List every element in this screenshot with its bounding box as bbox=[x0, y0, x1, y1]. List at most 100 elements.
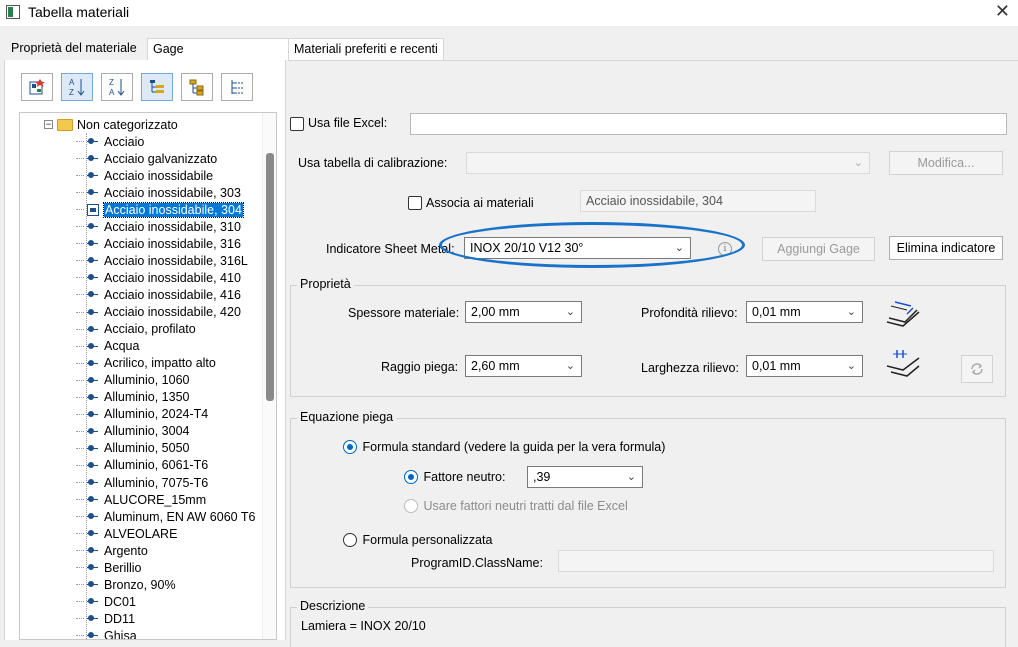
custom-formula-radio[interactable] bbox=[343, 533, 357, 547]
tree-item[interactable]: Acciaio inossidabile, 416 bbox=[76, 286, 241, 303]
excel-factors-option[interactable]: Usare fattori neutri tratti dal file Exc… bbox=[404, 499, 628, 513]
standard-formula-option[interactable]: Formula standard (vedere la guida per la… bbox=[343, 440, 665, 454]
neutral-factor-radio[interactable] bbox=[404, 470, 418, 484]
tree-item[interactable]: ALUCORE_15mm bbox=[76, 491, 206, 508]
tree-item-label: Acciaio galvanizzato bbox=[104, 151, 218, 166]
tree-item[interactable]: Acciaio inossidabile bbox=[76, 167, 213, 184]
tree-item[interactable]: Alluminio, 2024-T4 bbox=[76, 406, 208, 423]
associated-material-field[interactable]: Acciaio inossidabile, 304 bbox=[580, 190, 816, 212]
tree-connector bbox=[76, 618, 84, 620]
material-icon bbox=[87, 342, 98, 350]
tree-connector bbox=[76, 328, 84, 330]
sort-az-button[interactable]: A Z bbox=[61, 73, 93, 101]
sheet-metal-label: Indicatore Sheet Metal: bbox=[326, 242, 455, 256]
tree-item[interactable]: Acciaio galvanizzato bbox=[76, 150, 217, 167]
standard-formula-label: Formula standard (vedere la guida per la… bbox=[362, 440, 666, 454]
tree-item[interactable]: Acrilico, impatto alto bbox=[76, 355, 216, 372]
tree-item[interactable]: Acciaio inossidabile, 304 bbox=[76, 201, 244, 218]
collapse-icon[interactable]: − bbox=[44, 120, 53, 129]
neutral-factor-option[interactable]: Fattore neutro: bbox=[404, 470, 505, 484]
tab-gage[interactable]: Gage bbox=[147, 38, 289, 60]
tree-scrollbar[interactable] bbox=[262, 113, 276, 639]
material-tree[interactable]: − Non categorizzato Acciaio Acciaio galva… bbox=[19, 112, 277, 640]
sheet-metal-combo[interactable]: INOX 20/10 V12 30° ⌄ bbox=[464, 237, 691, 259]
standard-formula-radio[interactable] bbox=[343, 440, 357, 454]
tree-connector bbox=[76, 601, 84, 603]
tree-connector bbox=[76, 362, 84, 364]
tree-item[interactable]: Acciaio inossidabile, 310 bbox=[76, 218, 241, 235]
material-icon bbox=[87, 325, 98, 333]
sort-za-button[interactable]: Z A bbox=[101, 73, 133, 101]
tree-item[interactable]: DC01 bbox=[76, 593, 136, 610]
tree-item[interactable]: Berillio bbox=[76, 559, 142, 576]
properties-title: Proprietà bbox=[297, 277, 354, 291]
tree-item[interactable]: Acciaio inossidabile, 303 bbox=[76, 184, 241, 201]
tree-connector bbox=[76, 294, 84, 296]
tree-connector bbox=[76, 413, 84, 415]
folder-open-icon bbox=[57, 118, 73, 131]
calibration-combo[interactable]: ⌄ bbox=[466, 152, 870, 174]
tree-item-label: Berillio bbox=[104, 560, 142, 575]
refresh-button[interactable] bbox=[961, 355, 993, 383]
custom-formula-option[interactable]: Formula personalizzata bbox=[343, 533, 492, 547]
tree-root-node[interactable]: − Non categorizzato bbox=[44, 116, 178, 133]
associate-materials-checkbox[interactable] bbox=[408, 196, 422, 210]
tree-item-label: Acciaio inossidabile, 416 bbox=[104, 287, 241, 302]
tree-item[interactable]: Alluminio, 1350 bbox=[76, 389, 189, 406]
expand-tree-button[interactable] bbox=[181, 73, 213, 101]
tree-item[interactable]: Acqua bbox=[76, 338, 139, 355]
relief-width-combo[interactable]: 0,01 mm ⌄ bbox=[746, 355, 863, 377]
tree-item[interactable]: Alluminio, 3004 bbox=[76, 423, 189, 440]
close-icon[interactable]: ✕ bbox=[995, 1, 1010, 22]
tree-item[interactable]: Alluminio, 5050 bbox=[76, 440, 189, 457]
neutral-factor-combo[interactable]: ,39 ⌄ bbox=[527, 466, 643, 488]
tree-item[interactable]: Acciaio bbox=[76, 133, 144, 150]
thickness-combo[interactable]: 2,00 mm ⌄ bbox=[465, 301, 582, 323]
tree-connector bbox=[76, 192, 84, 194]
tree-item[interactable]: Alluminio, 7075-T6 bbox=[76, 474, 208, 491]
tree-item[interactable]: Acciaio inossidabile, 316 bbox=[76, 235, 241, 252]
tree-item[interactable]: Alluminio, 1060 bbox=[76, 372, 189, 389]
collapse-tree-button[interactable] bbox=[221, 73, 253, 101]
tree-item-label: Alluminio, 1060 bbox=[104, 373, 190, 388]
bend-radius-combo[interactable]: 2,60 mm ⌄ bbox=[465, 355, 582, 377]
delete-indicator-button[interactable]: Elimina indicatore bbox=[889, 236, 1003, 260]
tree-item[interactable]: DD11 bbox=[76, 610, 135, 627]
material-icon bbox=[87, 427, 98, 435]
material-properties-button[interactable] bbox=[21, 73, 53, 101]
tree-scrollbar-thumb[interactable] bbox=[266, 153, 274, 401]
tree-item[interactable]: Acciaio inossidabile, 316L bbox=[76, 252, 248, 269]
tree-item[interactable]: Alluminio, 6061-T6 bbox=[76, 457, 208, 474]
relief-depth-combo[interactable]: 0,01 mm ⌄ bbox=[746, 301, 863, 323]
tree-item[interactable]: Bronzo, 90% bbox=[76, 576, 176, 593]
program-id-input[interactable] bbox=[558, 550, 994, 572]
tree-item-label: Alluminio, 6061-T6 bbox=[104, 458, 209, 473]
tree-item[interactable]: Acciaio, profilato bbox=[76, 321, 196, 338]
add-gage-button[interactable]: Aggiungi Gage bbox=[762, 237, 875, 261]
tree-item[interactable]: Argento bbox=[76, 542, 148, 559]
tree-item[interactable]: ALVEOLARE bbox=[76, 525, 177, 542]
material-icon bbox=[87, 172, 98, 179]
tree-item[interactable]: Acciaio inossidabile, 410 bbox=[76, 269, 241, 286]
tree-item-label: Acciaio inossidabile, 410 bbox=[104, 270, 241, 285]
use-excel-checkbox[interactable] bbox=[290, 117, 304, 131]
excel-file-input[interactable] bbox=[410, 113, 1007, 135]
modify-button[interactable]: Modifica... bbox=[889, 151, 1003, 175]
tree-connector bbox=[76, 499, 84, 501]
program-id-label: ProgramID.ClassName: bbox=[411, 556, 543, 570]
tree-item-label: Acciaio bbox=[104, 134, 145, 149]
excel-factors-radio[interactable] bbox=[404, 499, 418, 513]
tree-item-label: ALUCORE_15mm bbox=[104, 492, 207, 507]
tree-item-label: Alluminio, 7075-T6 bbox=[104, 475, 209, 490]
material-icon bbox=[87, 479, 98, 486]
info-icon[interactable]: i bbox=[718, 242, 732, 256]
tab-preferred-materials[interactable]: Materiali preferiti e recenti bbox=[288, 38, 444, 60]
tree-item[interactable]: Acciaio inossidabile, 420 bbox=[76, 304, 241, 321]
tree-view-button[interactable] bbox=[141, 73, 173, 101]
left-tab-strip: Proprietà del materiale Gage bbox=[4, 38, 289, 60]
tab-material-properties[interactable]: Proprietà del materiale bbox=[6, 38, 142, 60]
tree-item[interactable]: Aluminum, EN AW 6060 T6 bbox=[76, 508, 255, 525]
tree-connector bbox=[76, 482, 84, 483]
tree-item[interactable]: Ghisa bbox=[76, 627, 137, 639]
relief-width-label: Larghezza rilievo: bbox=[641, 361, 739, 375]
